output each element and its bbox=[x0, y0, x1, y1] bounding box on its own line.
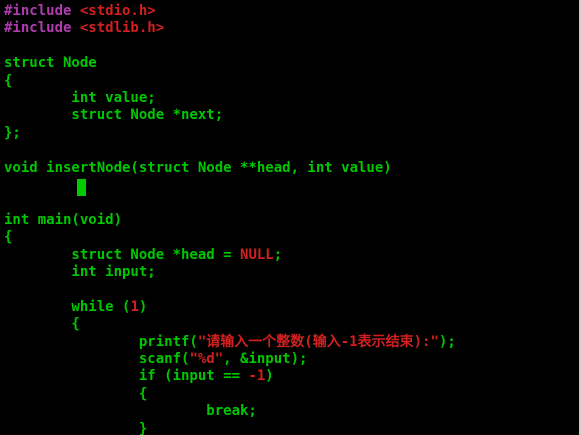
code-token-default: int input; bbox=[4, 264, 156, 280]
code-line-8[interactable]: }; bbox=[4, 125, 21, 142]
code-line-10[interactable]: void insertNode(struct Node **head, int … bbox=[4, 160, 392, 177]
code-token-default: { bbox=[4, 316, 80, 333]
code-editor[interactable]: #include <stdio.h> #include <stdlib.h> str… bbox=[0, 0, 581, 435]
code-line-20[interactable]: printf("请输入一个整数(输入-1表示结束):"); bbox=[4, 334, 456, 351]
code-token-default: int main(void) bbox=[4, 211, 123, 228]
code-token-default: int value; bbox=[4, 90, 156, 106]
code-token-default: ) bbox=[138, 298, 148, 315]
code-token-default: if (input == bbox=[4, 368, 249, 385]
code-line-6[interactable]: int value; bbox=[4, 90, 156, 107]
code-token-number: 1 bbox=[130, 298, 139, 315]
code-line-18[interactable]: while (1) bbox=[4, 299, 147, 316]
code-token-preprocessor: #include bbox=[4, 20, 80, 37]
code-token-default: { bbox=[4, 72, 13, 89]
code-token-default: while ( bbox=[4, 298, 131, 315]
code-token-default: } bbox=[4, 420, 148, 435]
code-token-default: , &input); bbox=[223, 351, 308, 367]
code-line-1[interactable]: #include <stdio.h> bbox=[4, 3, 156, 20]
code-token-keyword: struct Node bbox=[4, 55, 97, 72]
code-line-4[interactable]: struct Node bbox=[4, 55, 97, 72]
code-token-default: ; bbox=[273, 246, 283, 263]
code-token-include_path: <stdlib.h> bbox=[79, 20, 165, 37]
code-line-19[interactable]: { bbox=[4, 316, 80, 333]
code-line-7[interactable]: struct Node *next; bbox=[4, 107, 223, 124]
code-token-default: struct Node *head = bbox=[4, 246, 241, 263]
text-cursor bbox=[77, 179, 86, 196]
code-token-include_path: <stdio.h> bbox=[79, 3, 156, 19]
code-token-default: scanf( bbox=[4, 351, 190, 367]
code-line-14[interactable]: { bbox=[4, 229, 12, 246]
code-token-string: "请输入一个整数(输入-1表示结束):" bbox=[197, 333, 439, 350]
code-token-default: break; bbox=[4, 403, 257, 420]
code-token-default: { bbox=[4, 229, 13, 246]
code-token-default: { bbox=[4, 385, 148, 402]
code-line-21[interactable]: scanf("%d", &input); bbox=[4, 351, 308, 368]
code-token-default: printf( bbox=[4, 333, 198, 350]
code-line-23[interactable]: { bbox=[4, 386, 147, 403]
code-line-16[interactable]: int input; bbox=[4, 264, 156, 281]
code-token-default: struct Node *next; bbox=[4, 107, 224, 124]
code-line-24[interactable]: break; bbox=[4, 403, 257, 420]
code-line-22[interactable]: if (input == -1) bbox=[4, 368, 274, 385]
code-token-default: ) bbox=[265, 368, 274, 385]
code-token-default: void insertNode(struct Node **head, int … bbox=[4, 159, 392, 176]
code-token-default: ); bbox=[438, 333, 456, 350]
code-token-number: NULL bbox=[240, 246, 274, 263]
code-line-2[interactable]: #include <stdlib.h> bbox=[4, 20, 164, 37]
code-token-default: }; bbox=[4, 124, 21, 141]
code-token-number: -1 bbox=[248, 368, 266, 385]
code-token-preprocessor: #include bbox=[4, 3, 80, 19]
code-line-15[interactable]: struct Node *head = NULL; bbox=[4, 247, 282, 264]
code-line-13[interactable]: int main(void) bbox=[4, 212, 122, 229]
code-line-5[interactable]: { bbox=[4, 73, 12, 90]
code-token-string: "%d" bbox=[189, 351, 224, 367]
code-line-25[interactable]: } bbox=[4, 421, 147, 435]
